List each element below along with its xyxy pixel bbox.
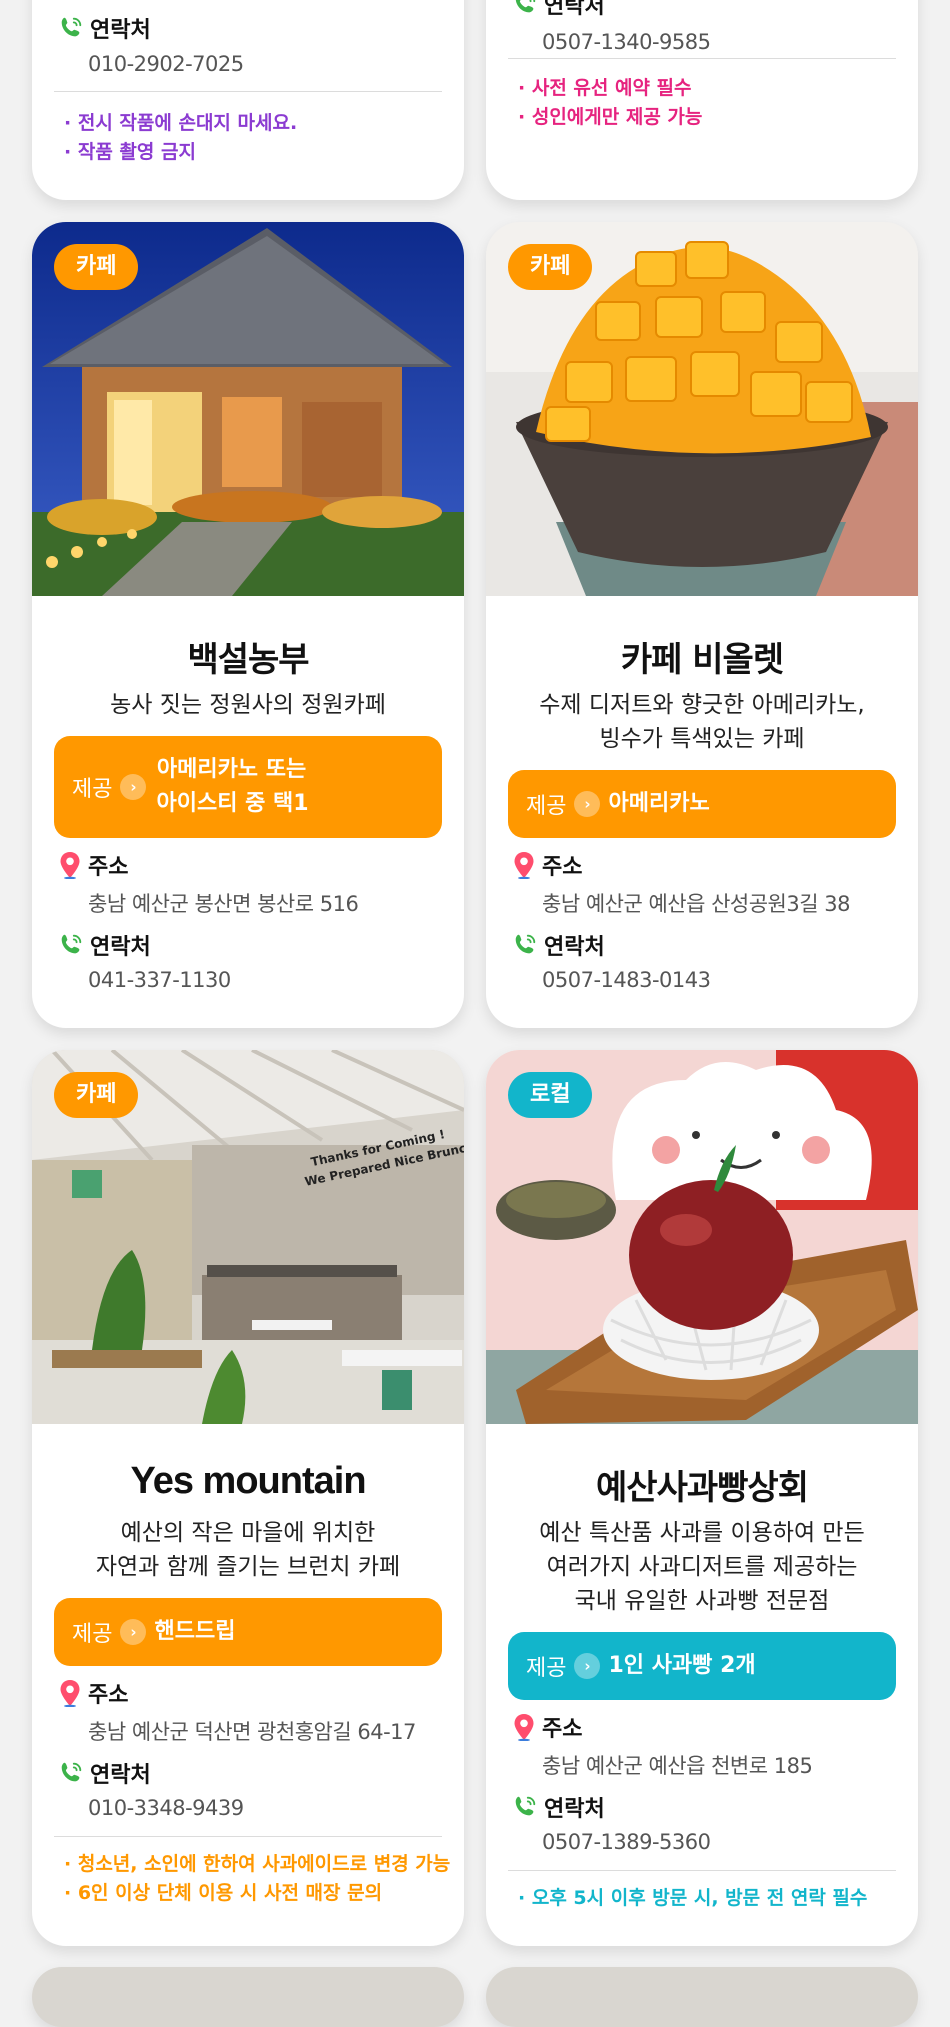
contact-label-row: 연락처 xyxy=(58,12,151,44)
contact-label-row: 연락처 xyxy=(512,0,605,20)
phone-icon xyxy=(512,932,538,958)
category-badge: 카페 xyxy=(508,244,593,290)
offer-box: 제공 › 아메리카노 또는 아이스티 중 택1 xyxy=(54,736,442,838)
contact-label: 연락처 xyxy=(544,1797,605,1822)
divider xyxy=(508,58,896,59)
category-badge: 카페 xyxy=(54,1072,139,1118)
contact-label: 연락처 xyxy=(544,0,605,19)
contact-value[interactable]: 0507-1389-5360 xyxy=(542,1830,711,1854)
phone-icon xyxy=(512,1794,538,1820)
offer-box: 제공 › 아메리카노 xyxy=(508,770,896,838)
contact-label-row: 연락처 xyxy=(512,1791,605,1823)
chevron-right-icon: › xyxy=(120,1619,147,1645)
note-2: · 성인에게만 제공 가능 xyxy=(518,106,703,128)
address-value: 충남 예산군 봉산면 봉산로 516 xyxy=(88,892,359,916)
category-badge: 카페 xyxy=(54,244,139,290)
note-2: · 6인 이상 단체 이용 시 사전 매장 문의 xyxy=(64,1882,383,1904)
map-pin-icon xyxy=(512,851,536,879)
phone-icon xyxy=(58,1760,84,1786)
offer-line: 1인 사과빵 2개 xyxy=(608,1653,756,1678)
offer-label: 제공 xyxy=(72,1622,113,1647)
offer-line: 아메리카노 xyxy=(608,791,710,816)
contact-value[interactable]: 0507-1483-0143 xyxy=(542,968,711,992)
desc-line: 농사 짓는 정원사의 정원카페 xyxy=(110,692,386,718)
contact-label: 연락처 xyxy=(544,935,605,960)
offer-text: 아메리카노 또는 아이스티 중 택1 xyxy=(154,753,308,821)
place-card-top-left: 연락처 010-2902-7025 · 전시 작품에 손대지 마세요. · 작품… xyxy=(32,0,464,200)
map-pin-icon xyxy=(512,1713,536,1741)
place-card-top-right: 연락처 0507-1340-9585 · 사전 유선 예약 필수 · 성인에게만… xyxy=(486,0,918,200)
place-desc: 예산의 작은 마을에 위치한 자연과 함께 즐기는 브런치 카페 xyxy=(52,1516,444,1584)
address-label: 주소 xyxy=(542,1717,583,1742)
place-desc: 농사 짓는 정원사의 정원카페 xyxy=(52,688,444,722)
contact-label: 연락처 xyxy=(90,18,151,43)
offer-box: 제공 › 핸드드립 xyxy=(54,1598,442,1666)
chevron-right-icon: › xyxy=(120,774,147,800)
contact-value[interactable]: 0507-1340-9585 xyxy=(542,30,711,54)
offer-label: 제공 xyxy=(526,1656,567,1681)
contact-label-row: 연락처 xyxy=(58,1757,151,1789)
place-name: 백설농부 xyxy=(187,640,309,680)
note-1: · 전시 작품에 손대지 마세요. xyxy=(64,112,298,134)
place-name: 카페 비올렛 xyxy=(620,640,784,680)
desc-line: 수제 디저트와 향긋한 아메리카노, xyxy=(539,692,865,718)
contact-value[interactable]: 010-2902-7025 xyxy=(88,52,244,76)
address-value: 충남 예산군 예산읍 천변로 185 xyxy=(542,1754,813,1778)
place-desc: 수제 디저트와 향긋한 아메리카노, 빙수가 특색있는 카페 xyxy=(506,688,898,756)
map-pin-icon xyxy=(58,1679,82,1707)
phone-icon xyxy=(512,0,538,17)
offer-line: 아이스티 중 택1 xyxy=(156,791,309,816)
place-name: 예산사과빵상회 xyxy=(596,1468,809,1508)
place-card-next-left xyxy=(32,1967,464,2027)
place-desc: 예산 특산품 사과를 이용하여 만든 여러가지 사과디저트를 제공하는 국내 유… xyxy=(506,1516,898,1618)
address-label-row: 주소 xyxy=(58,1677,128,1709)
address-value: 충남 예산군 덕산면 광천홍암길 64-17 xyxy=(88,1720,416,1744)
place-card-yes-mountain[interactable]: Thanks for Coming ! We Prepared Nice Bru… xyxy=(32,1050,464,1946)
offer-label: 제공 xyxy=(72,777,113,802)
category-badge: 로컬 xyxy=(508,1072,593,1118)
chevron-right-icon: › xyxy=(574,791,601,817)
address-label: 주소 xyxy=(88,1683,129,1708)
offer-line: 핸드드립 xyxy=(154,1619,236,1644)
map-pin-icon xyxy=(58,851,82,879)
chevron-right-icon: › xyxy=(574,1653,601,1679)
phone-icon xyxy=(58,932,84,958)
offer-label: 제공 xyxy=(526,794,567,819)
address-label: 주소 xyxy=(88,855,129,880)
note-1: · 청소년, 소인에 한하여 사과에이드로 변경 가능 xyxy=(64,1853,451,1875)
contact-value[interactable]: 010-3348-9439 xyxy=(88,1796,244,1820)
divider xyxy=(54,1836,442,1837)
desc-line: 예산 특산품 사과를 이용하여 만든 xyxy=(539,1520,865,1546)
address-label-row: 주소 xyxy=(512,849,582,881)
divider xyxy=(54,91,442,92)
contact-label-row: 연락처 xyxy=(58,929,151,961)
desc-line: 자연과 함께 즐기는 브런치 카페 xyxy=(95,1554,401,1580)
address-label: 주소 xyxy=(542,855,583,880)
contact-label: 연락처 xyxy=(90,935,151,960)
note-2: · 작품 촬영 금지 xyxy=(64,141,196,163)
address-value: 충남 예산군 예산읍 산성공원3길 38 xyxy=(542,892,850,916)
contact-value[interactable]: 041-337-1130 xyxy=(88,968,231,992)
place-card-next-right xyxy=(486,1967,918,2027)
contact-label-row: 연락처 xyxy=(512,929,605,961)
divider xyxy=(508,1870,896,1871)
desc-line: 국내 유일한 사과빵 전문점 xyxy=(574,1588,830,1614)
desc-line: 빙수가 특색있는 카페 xyxy=(599,726,805,752)
address-label-row: 주소 xyxy=(512,1711,582,1743)
phone-icon xyxy=(58,15,84,41)
offer-box: 제공 › 1인 사과빵 2개 xyxy=(508,1632,896,1700)
note-1: · 사전 유선 예약 필수 xyxy=(518,77,692,99)
offer-line: 아메리카노 또는 xyxy=(156,757,307,782)
note-1: · 오후 5시 이후 방문 시, 방문 전 연락 필수 xyxy=(518,1887,868,1909)
contact-label: 연락처 xyxy=(90,1763,151,1788)
place-card-violet[interactable]: 카페 카페 비올렛 수제 디저트와 향긋한 아메리카노, 빙수가 특색있는 카페… xyxy=(486,222,918,1028)
desc-line: 여러가지 사과디저트를 제공하는 xyxy=(546,1554,858,1580)
place-card-baekseol[interactable]: 카페 백설농부 농사 짓는 정원사의 정원카페 제공 › 아메리카노 또는 아이… xyxy=(32,222,464,1028)
desc-line: 예산의 작은 마을에 위치한 xyxy=(120,1520,376,1546)
place-name: Yes mountain xyxy=(130,1460,366,1502)
place-card-apple-bread[interactable]: 로컬 예산사과빵상회 예산 특산품 사과를 이용하여 만든 여러가지 사과디저트… xyxy=(486,1050,918,1946)
address-label-row: 주소 xyxy=(58,849,128,881)
